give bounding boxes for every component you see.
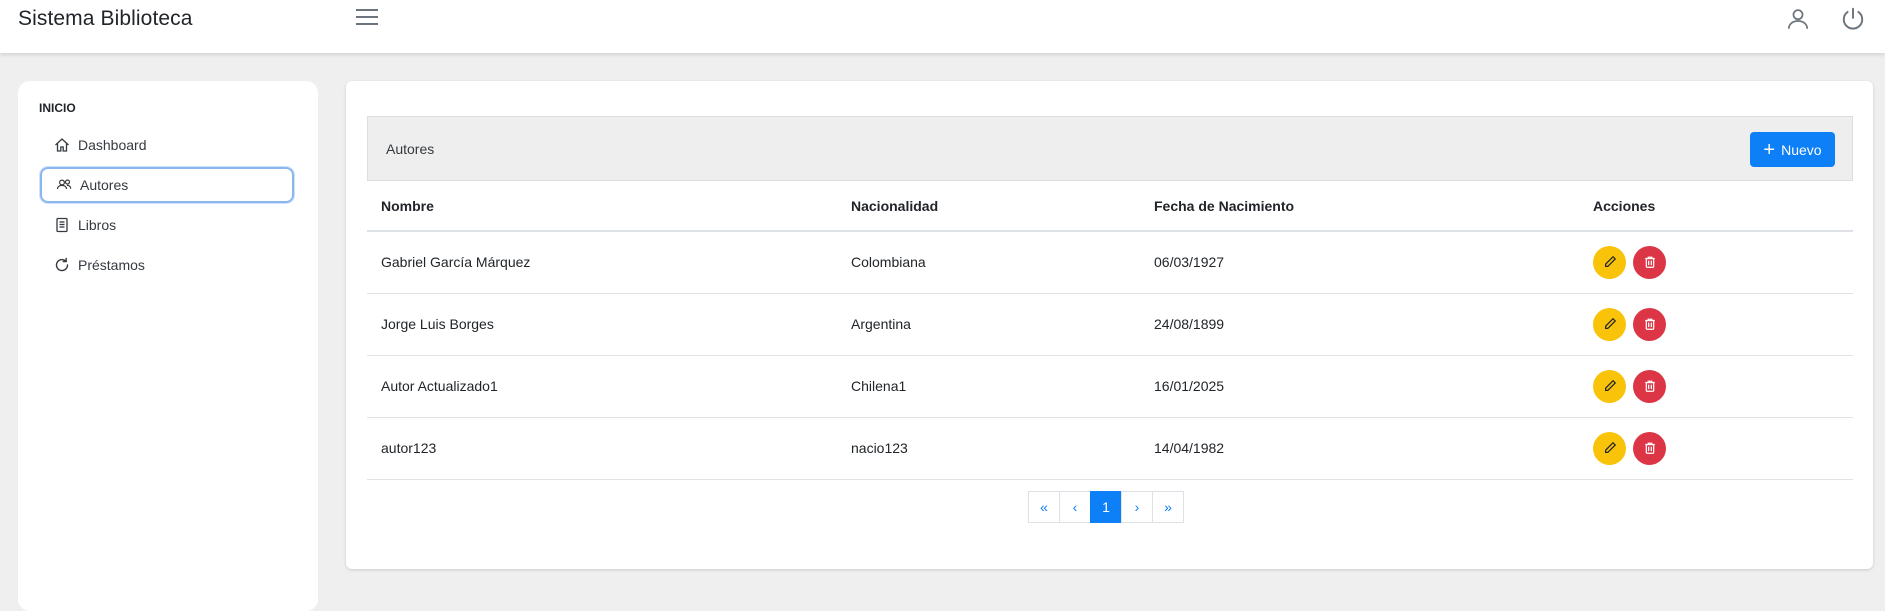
delete-button[interactable]	[1633, 245, 1666, 279]
refresh-icon	[54, 257, 70, 273]
column-header-fecha[interactable]: Fecha de Nacimiento	[1140, 181, 1579, 232]
edit-button[interactable]	[1593, 245, 1626, 279]
first-page-button[interactable]: «	[1028, 491, 1060, 523]
pencil-icon	[1604, 441, 1616, 453]
sidebar-item-libros[interactable]: Libros	[40, 207, 294, 243]
page-1-button[interactable]: 1	[1090, 491, 1122, 523]
pagination: « ‹ 1 › »	[1028, 491, 1184, 523]
trash-icon	[1644, 256, 1655, 269]
sidebar-item-prestamos[interactable]: Préstamos	[40, 247, 294, 283]
edit-button[interactable]	[1593, 307, 1626, 341]
cell-acciones	[1579, 355, 1853, 418]
sidebar-item-autores[interactable]: Autores	[40, 167, 294, 203]
pencil-icon	[1604, 317, 1616, 329]
trash-icon	[1644, 442, 1655, 454]
cell-nombre: Gabriel García Márquez	[367, 231, 837, 294]
table-row: Jorge Luis Borges Argentina 24/08/1899	[367, 293, 1853, 356]
cell-acciones	[1579, 231, 1853, 294]
cell-nombre: Jorge Luis Borges	[367, 293, 837, 356]
pencil-icon	[1604, 379, 1616, 391]
top-navbar: Sistema Biblioteca	[0, 0, 1885, 53]
home-icon	[54, 137, 70, 153]
edit-button[interactable]	[1593, 431, 1626, 465]
plus-icon: +	[1763, 138, 1776, 161]
user-icon[interactable]	[1785, 6, 1811, 32]
sidebar-item-label: Libros	[78, 217, 117, 233]
cell-fecha: 16/01/2025	[1140, 355, 1579, 418]
trash-icon	[1644, 380, 1655, 392]
table-row: Autor Actualizado1 Chilena1 16/01/2025	[367, 355, 1853, 418]
main-panel: Autores + Nuevo Nombre Nacionalidad Fech…	[346, 81, 1873, 569]
users-icon	[56, 177, 72, 193]
cell-nacionalidad: Chilena1	[837, 355, 1140, 418]
trash-icon	[1644, 318, 1655, 330]
edit-button[interactable]	[1593, 369, 1626, 403]
column-header-nacionalidad[interactable]: Nacionalidad	[837, 181, 1140, 232]
column-header-nombre[interactable]: Nombre	[367, 181, 837, 232]
sidebar-item-label: Autores	[80, 177, 129, 193]
cell-fecha: 06/03/1927	[1140, 231, 1579, 294]
table-header-row: Nombre Nacionalidad Fecha de Nacimiento …	[367, 181, 1853, 232]
sidebar-section-title: INICIO	[39, 101, 76, 115]
cell-nombre: autor123	[367, 417, 837, 480]
pencil-icon	[1604, 256, 1616, 268]
cell-nacionalidad: Argentina	[837, 293, 1140, 356]
authors-table: Nombre Nacionalidad Fecha de Nacimiento …	[367, 181, 1853, 480]
new-author-button[interactable]: + Nuevo	[1750, 132, 1835, 167]
last-page-button[interactable]: »	[1152, 491, 1184, 523]
cell-nacionalidad: Colombiana	[837, 231, 1140, 294]
cell-acciones	[1579, 293, 1853, 356]
sidebar-item-dashboard[interactable]: Dashboard	[40, 127, 294, 163]
column-header-acciones: Acciones	[1579, 181, 1853, 232]
page-title: Autores	[386, 141, 435, 157]
next-page-button[interactable]: ›	[1121, 491, 1153, 523]
sidebar-item-label: Préstamos	[78, 257, 145, 273]
delete-button[interactable]	[1633, 307, 1666, 341]
prev-page-button[interactable]: ‹	[1059, 491, 1091, 523]
app-title: Sistema Biblioteca	[18, 7, 193, 30]
cell-nombre: Autor Actualizado1	[367, 355, 837, 418]
sidebar: INICIO Dashboard Autores Libros Préstamo…	[18, 81, 318, 611]
new-button-label: Nuevo	[1781, 141, 1822, 158]
menu-toggle-icon[interactable]	[356, 9, 378, 29]
card-header: Autores + Nuevo	[367, 116, 1853, 181]
power-icon[interactable]	[1840, 6, 1866, 32]
book-icon	[54, 217, 70, 233]
table-row: Gabriel García Márquez Colombiana 06/03/…	[367, 231, 1853, 294]
cell-fecha: 24/08/1899	[1140, 293, 1579, 356]
sidebar-item-label: Dashboard	[78, 137, 147, 153]
cell-fecha: 14/04/1982	[1140, 417, 1579, 480]
delete-button[interactable]	[1633, 431, 1666, 465]
delete-button[interactable]	[1633, 369, 1666, 403]
cell-nacionalidad: nacio123	[837, 417, 1140, 480]
cell-acciones	[1579, 417, 1853, 480]
table-row: autor123 nacio123 14/04/1982	[367, 417, 1853, 480]
